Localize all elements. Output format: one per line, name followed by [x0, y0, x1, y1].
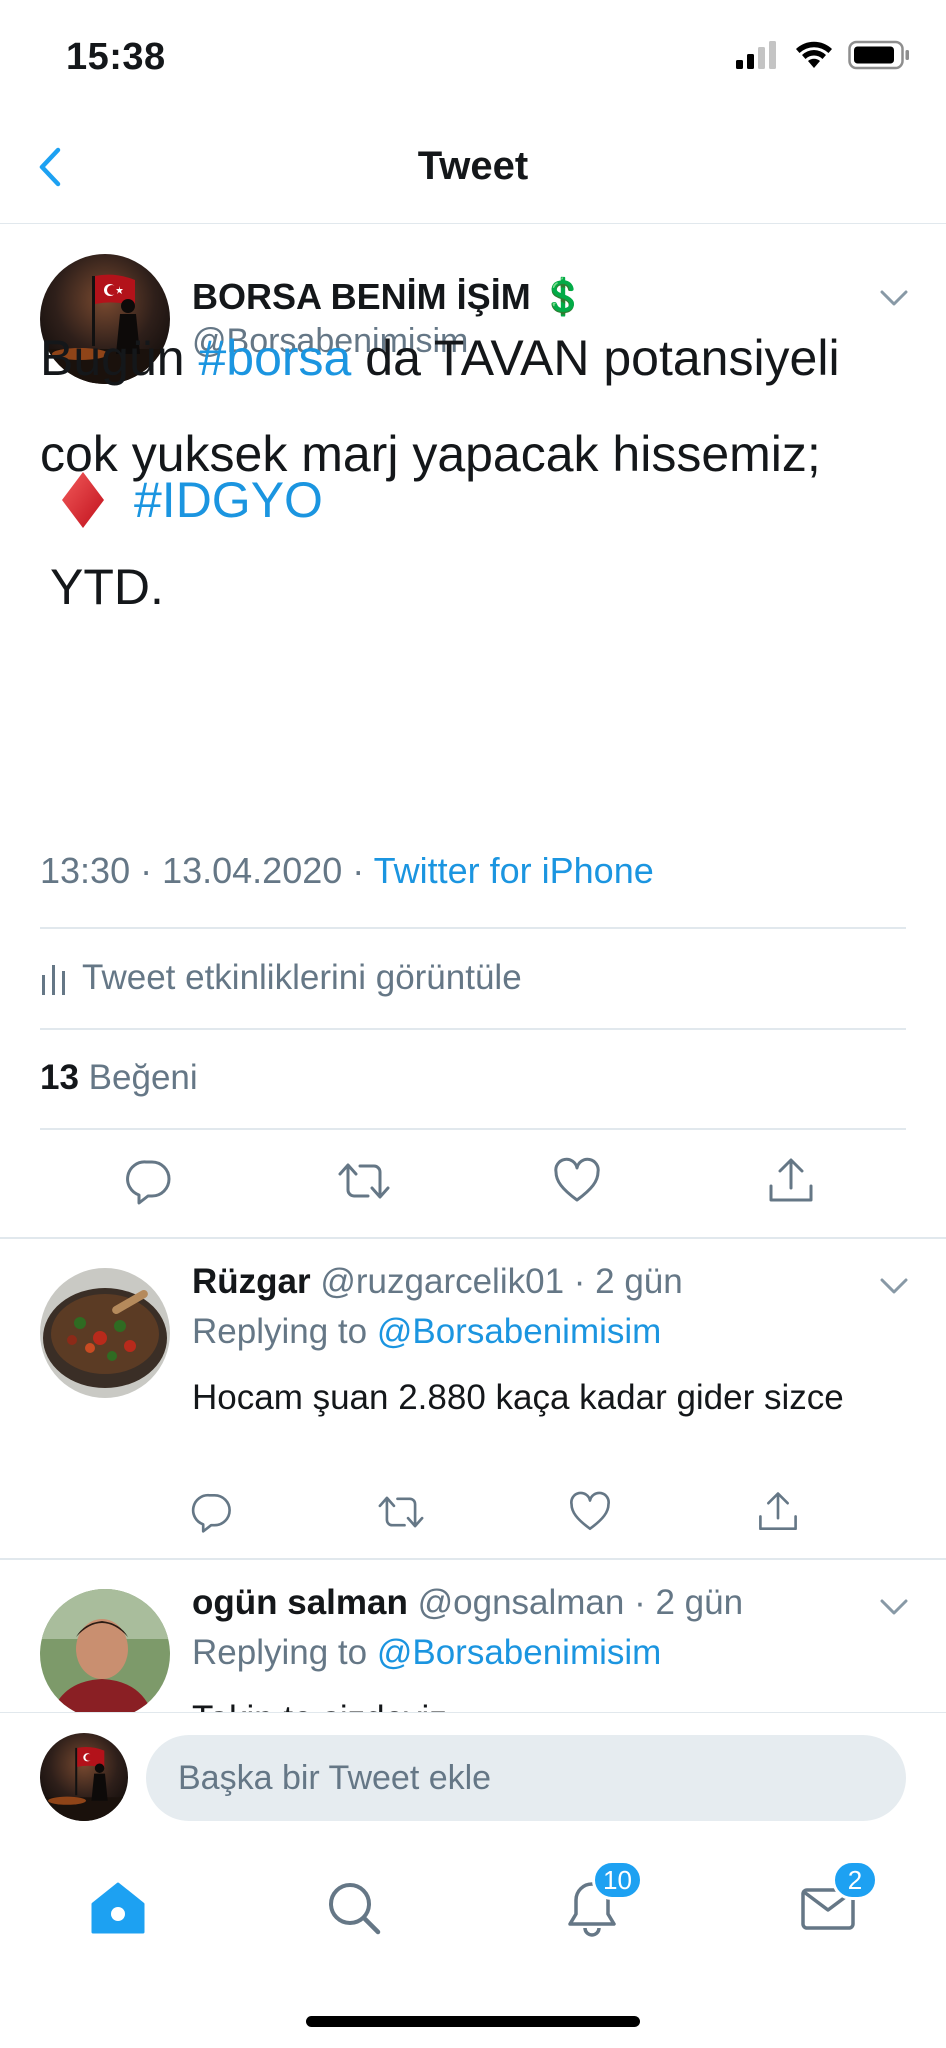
reply-author-name[interactable]: Rüzgar: [192, 1262, 311, 1301]
chevron-down-icon: [880, 1278, 908, 1294]
messages-badge: 2: [832, 1860, 878, 1900]
search-icon: [329, 1883, 381, 1935]
reply-button[interactable]: [190, 1490, 234, 1539]
home-indicator[interactable]: [306, 2016, 640, 2027]
cellular-signal-icon: [736, 41, 776, 69]
chevron-down-icon: [880, 1599, 908, 1615]
tab-home[interactable]: [78, 1868, 158, 1948]
reply-text: Hocam şuan 2.880 kaça kadar gider sizce: [192, 1378, 844, 1417]
share-icon: [769, 1158, 813, 1202]
reply-tweet[interactable]: ogün salman @ognsalman · 2 gün Replying …: [0, 1559, 946, 1712]
avatar-image: [40, 1733, 128, 1821]
main-tweet-actions: [0, 1156, 946, 1216]
status-icons: [736, 40, 910, 70]
status-bar: 15:38: [0, 0, 946, 110]
activity-label: Tweet etkinliklerini görüntüle: [82, 958, 522, 997]
reply-options-button[interactable]: [874, 1593, 914, 1621]
replying-to-label: Replying to: [192, 1633, 377, 1672]
hashtag-link[interactable]: #IDGYO: [134, 471, 323, 529]
share-button[interactable]: [756, 1490, 800, 1539]
reply-button[interactable]: [124, 1156, 174, 1211]
avatar-image: [40, 1268, 170, 1398]
reply-icon: [126, 1160, 171, 1205]
tweet-timestamp: 13:30 · 13.04.2020 · Twitter for iPhone: [40, 850, 654, 892]
hashtag-link[interactable]: #borsa: [198, 330, 351, 386]
reply-tweet[interactable]: Rüzgar @ruzgarcelik01 · 2 gün Replying t…: [0, 1238, 946, 1558]
like-button[interactable]: [552, 1156, 602, 1211]
likes-count: 13: [40, 1058, 79, 1097]
replying-to-label: Replying to: [192, 1312, 377, 1351]
reply-options-button[interactable]: [874, 1272, 914, 1300]
mention-link[interactable]: @Borsabenimisim: [377, 1312, 662, 1351]
reply-handle-time: @ognsalman · 2 gün: [417, 1583, 744, 1622]
reply-avatar[interactable]: [40, 1589, 170, 1712]
compose-bar: [0, 1712, 946, 1838]
share-icon: [759, 1492, 797, 1531]
navigation-bar: Tweet: [0, 110, 946, 224]
tweet-source-link[interactable]: Twitter for iPhone: [374, 850, 654, 891]
like-button[interactable]: [568, 1490, 612, 1539]
reply-header: ogün salman @ognsalman · 2 gün: [192, 1583, 743, 1623]
page-title: Tweet: [417, 144, 529, 188]
share-button[interactable]: [766, 1156, 816, 1211]
heart-icon: [570, 1491, 610, 1531]
tweet-text-part: Bugün: [40, 330, 199, 386]
retweet-icon: [338, 1163, 390, 1199]
retweet-button[interactable]: [336, 1156, 392, 1211]
mention-link[interactable]: @Borsabenimisim: [377, 1633, 662, 1672]
battery-icon: [848, 40, 909, 70]
likes-count-link[interactable]: 13 Beğeni: [40, 1058, 198, 1098]
tab-search[interactable]: [314, 1868, 394, 1948]
likes-label: Beğeni: [88, 1058, 198, 1097]
notifications-badge: 10: [592, 1860, 643, 1900]
retweet-icon: [378, 1496, 424, 1528]
status-time: 15:38: [66, 36, 166, 78]
replying-to: Replying to @Borsabenimisim: [192, 1633, 661, 1673]
reply-icon: [191, 1493, 231, 1533]
reply-compose-input[interactable]: [146, 1735, 906, 1821]
divider: [40, 1128, 906, 1130]
tab-messages[interactable]: 2: [788, 1860, 878, 1948]
divider: [40, 1028, 906, 1030]
heart-icon: [554, 1157, 600, 1202]
replying-to: Replying to @Borsabenimisim: [192, 1312, 661, 1352]
reply-actions: [0, 1490, 946, 1550]
tweet-time: 13:30 · 13.04.2020 ·: [40, 850, 374, 891]
red-diamond-icon: [62, 472, 104, 528]
tweet-activity-link[interactable]: Tweet etkinliklerini görüntüle: [40, 958, 522, 998]
reply-author-name[interactable]: ogün salman: [192, 1583, 408, 1622]
tweet-options-button[interactable]: [874, 284, 914, 312]
retweet-button[interactable]: [376, 1490, 426, 1539]
tweet-text-ending: YTD.: [50, 559, 164, 615]
home-icon: [91, 1882, 145, 1934]
chevron-down-icon: [880, 290, 908, 306]
tweet-hashtag-line: #IDGYO: [58, 470, 323, 530]
reply-avatar[interactable]: [40, 1268, 170, 1398]
reply-text: Takip te sizdeyiz: [192, 1695, 892, 1712]
tab-notifications[interactable]: 10: [552, 1860, 643, 1948]
divider: [40, 927, 906, 929]
reply-header: Rüzgar @ruzgarcelik01 · 2 gün: [192, 1262, 683, 1302]
analytics-icon: [42, 965, 65, 995]
wifi-icon: [796, 41, 832, 68]
avatar-image: [40, 1589, 170, 1712]
my-avatar[interactable]: [40, 1733, 128, 1821]
reply-handle-time: @ruzgarcelik01 · 2 gün: [320, 1262, 683, 1301]
